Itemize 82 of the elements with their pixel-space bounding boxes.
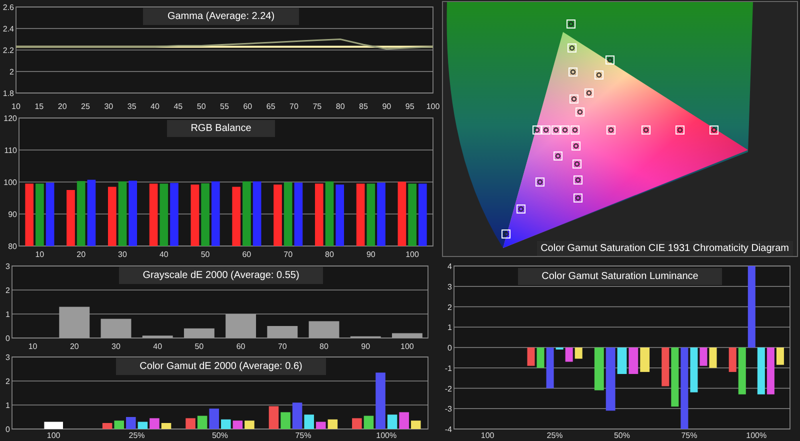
axis-tick-label: 100 bbox=[480, 431, 494, 440]
axis-tick-label: 95 bbox=[405, 102, 414, 111]
axis-tick-label: 100 bbox=[426, 102, 440, 111]
axis-tick-label: 55 bbox=[220, 102, 229, 111]
axis-tick-label: 90 bbox=[361, 342, 370, 351]
axis-tick-label: 50 bbox=[196, 102, 206, 111]
axis-tick-label: 70 bbox=[290, 102, 298, 111]
axis-tick-label: 120 bbox=[4, 114, 17, 123]
axis-tick-label: 65 bbox=[266, 102, 276, 111]
chart-title: Color Gamut dE 2000 (Average: 0.6) bbox=[116, 358, 326, 375]
axis-tick-label: 1 bbox=[448, 323, 452, 332]
chart-title: Color Gamut Saturation Luminance bbox=[518, 268, 722, 285]
axis-tick-label: 3 bbox=[6, 262, 10, 271]
axis-tick-label: 2 bbox=[6, 377, 10, 386]
axis-tick-label: 90 bbox=[366, 250, 376, 259]
axis-tick-label: 20 bbox=[76, 250, 86, 259]
axis-tick-label: 110 bbox=[4, 146, 17, 155]
axis-tick-label: 2 bbox=[6, 286, 10, 295]
chart-title: RGB Balance bbox=[166, 120, 276, 137]
axis-tick-label: 1.8 bbox=[2, 89, 14, 98]
axis-tick-label: 10 bbox=[12, 102, 20, 111]
axis-tick-label: 75% bbox=[295, 431, 312, 440]
axis-tick-label: 4 bbox=[448, 262, 452, 271]
axis-tick-label: 0 bbox=[6, 334, 10, 343]
axis-tick-label: 50% bbox=[614, 431, 630, 440]
axis-tick-label: 80 bbox=[325, 250, 334, 259]
axis-tick-label: 2 bbox=[10, 68, 14, 76]
axis-tick-label: 2.6 bbox=[2, 3, 14, 12]
axis-tick-label: 90 bbox=[8, 210, 17, 219]
axis-tick-label: 70 bbox=[284, 250, 293, 259]
axis-tick-label: -4 bbox=[444, 425, 452, 434]
axis-tick-label: 10 bbox=[35, 250, 44, 259]
axis-tick-label: 50 bbox=[194, 342, 204, 351]
axis-tick-label: 35 bbox=[127, 102, 136, 111]
axis-tick-label: 3 bbox=[6, 353, 10, 362]
axis-tick-label: 15 bbox=[34, 102, 44, 111]
axis-tick-label: 30 bbox=[118, 250, 127, 259]
axis-tick-label: 100 bbox=[4, 178, 17, 187]
axis-tick-label: -1 bbox=[444, 364, 452, 373]
axis-tick-label: 3 bbox=[448, 282, 452, 292]
axis-tick-label: 10 bbox=[28, 342, 38, 351]
axis-tick-label: 25% bbox=[128, 431, 145, 440]
axis-tick-label: 75 bbox=[312, 102, 322, 111]
axis-tick-label: 0 bbox=[6, 425, 10, 434]
axis-tick-label: 60 bbox=[242, 250, 252, 259]
axis-tick-label: 1 bbox=[6, 401, 10, 410]
axis-tick-label: 80 bbox=[8, 242, 17, 251]
axis-tick-label: 100 bbox=[406, 250, 419, 259]
chart-title: Gamma (Average: 2.24) bbox=[143, 8, 299, 25]
chart-title: Color Gamut Saturation CIE 1931 Chromaticity Diagram bbox=[536, 241, 793, 256]
axis-tick-label: 85 bbox=[359, 102, 368, 111]
axis-tick-label: 40 bbox=[159, 250, 168, 259]
axis-tick-label: 20 bbox=[58, 102, 67, 111]
axis-tick-label: 20 bbox=[70, 342, 79, 351]
axis-tick-label: 40 bbox=[153, 342, 162, 351]
axis-tick-label: 75% bbox=[681, 431, 698, 440]
axis-tick-label: 45 bbox=[174, 102, 183, 111]
axis-tick-label: 40 bbox=[150, 102, 160, 111]
axis-tick-label: 100% bbox=[746, 431, 767, 440]
axis-tick-label: 100 bbox=[400, 342, 414, 351]
axis-tick-label: 2 bbox=[448, 302, 452, 312]
axis-tick-label: 2.4 bbox=[2, 24, 14, 34]
axis-tick-label: -3 bbox=[444, 404, 452, 414]
axis-tick-label: 25 bbox=[81, 102, 90, 111]
axis-tick-label: 90 bbox=[382, 102, 392, 111]
axis-tick-label: 25% bbox=[546, 431, 563, 440]
axis-tick-label: 50 bbox=[200, 250, 210, 259]
axis-tick-label: 70 bbox=[278, 342, 287, 351]
axis-tick-label: 80 bbox=[320, 342, 328, 351]
axis-tick-label: 30 bbox=[112, 342, 120, 351]
axis-tick-label: 0 bbox=[448, 344, 452, 352]
axis-tick-label: 100 bbox=[46, 431, 60, 440]
axis-tick-label: 50% bbox=[212, 431, 228, 440]
axis-tick-label: 30 bbox=[104, 102, 114, 111]
axis-tick-label: 100% bbox=[376, 431, 397, 440]
chart-title: Grayscale dE 2000 (Average: 0.55) bbox=[118, 267, 324, 284]
axis-tick-label: 60 bbox=[243, 102, 252, 111]
axis-tick-label: -2 bbox=[444, 384, 452, 394]
axis-tick-label: 2.2 bbox=[2, 46, 14, 55]
axis-tick-label: 80 bbox=[336, 102, 345, 111]
axis-tick-label: 60 bbox=[236, 342, 246, 351]
axis-tick-label: 1 bbox=[6, 310, 10, 319]
